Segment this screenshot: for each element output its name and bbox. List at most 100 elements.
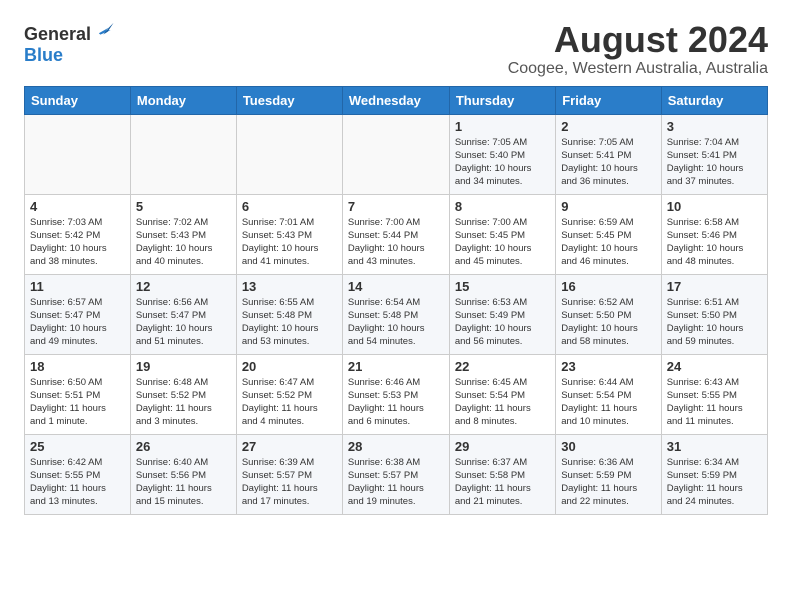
day-number: 31 bbox=[667, 439, 762, 454]
header: General Blue August 2024 Coogee, Western… bbox=[24, 20, 768, 78]
week-row-5: 25 Sunrise: 6:42 AMSunset: 5:55 PMDayligh… bbox=[25, 434, 768, 514]
day-detail: Sunrise: 7:03 AMSunset: 5:42 PMDaylight:… bbox=[30, 216, 125, 269]
day-number: 8 bbox=[455, 199, 550, 214]
week-row-4: 18Sunrise: 6:50 AMSunset: 5:51 PMDayligh… bbox=[25, 354, 768, 434]
day-number: 16 bbox=[561, 279, 656, 294]
day-number: 30 bbox=[561, 439, 656, 454]
day-detail: Sunrise: 6:56 AMSunset: 5:47 PMDaylight:… bbox=[136, 296, 231, 349]
day-detail: Sunrise: 6:53 AMSunset: 5:49 PMDaylight:… bbox=[455, 296, 550, 349]
header-day-thursday: Thursday bbox=[449, 86, 555, 114]
day-cell: 20 Sunrise: 6:47 AMSunset: 5:52 PMDayligh… bbox=[236, 354, 342, 434]
day-cell: 11 Sunrise: 6:57 AMSunset: 5:47 PMDayligh… bbox=[25, 274, 131, 354]
week-row-3: 11 Sunrise: 6:57 AMSunset: 5:47 PMDayligh… bbox=[25, 274, 768, 354]
day-number: 10 bbox=[667, 199, 762, 214]
day-cell: 10Sunrise: 6:58 AMSunset: 5:46 PMDayligh… bbox=[661, 194, 767, 274]
day-cell: 14 Sunrise: 6:54 AMSunset: 5:48 PMDayligh… bbox=[342, 274, 449, 354]
day-detail: Sunrise: 6:54 AMSunset: 5:48 PMDaylight:… bbox=[348, 296, 444, 349]
day-number: 25 bbox=[30, 439, 125, 454]
day-cell: 19 Sunrise: 6:48 AMSunset: 5:52 PMDayligh… bbox=[130, 354, 236, 434]
week-row-2: 4 Sunrise: 7:03 AMSunset: 5:42 PMDaylight… bbox=[25, 194, 768, 274]
day-detail: Sunrise: 6:55 AMSunset: 5:48 PMDaylight:… bbox=[242, 296, 337, 349]
day-cell bbox=[236, 114, 342, 194]
logo-blue-text: Blue bbox=[24, 45, 63, 65]
day-cell: 29Sunrise: 6:37 AMSunset: 5:58 PMDayligh… bbox=[449, 434, 555, 514]
title-area: August 2024 Coogee, Western Australia, A… bbox=[508, 20, 768, 78]
day-cell bbox=[342, 114, 449, 194]
day-detail: Sunrise: 6:47 AMSunset: 5:52 PMDaylight:… bbox=[242, 376, 337, 429]
week-row-1: 1 Sunrise: 7:05 AMSunset: 5:40 PMDaylight… bbox=[25, 114, 768, 194]
day-cell: 6 Sunrise: 7:01 AMSunset: 5:43 PMDaylight… bbox=[236, 194, 342, 274]
day-detail: Sunrise: 7:05 AMSunset: 5:41 PMDaylight:… bbox=[561, 136, 656, 189]
day-cell: 9 Sunrise: 6:59 AMSunset: 5:45 PMDaylight… bbox=[556, 194, 662, 274]
day-number: 18 bbox=[30, 359, 125, 374]
day-number: 4 bbox=[30, 199, 125, 214]
day-cell: 17 Sunrise: 6:51 AMSunset: 5:50 PMDayligh… bbox=[661, 274, 767, 354]
day-number: 5 bbox=[136, 199, 231, 214]
header-day-friday: Friday bbox=[556, 86, 662, 114]
day-number: 20 bbox=[242, 359, 337, 374]
day-detail: Sunrise: 7:01 AMSunset: 5:43 PMDaylight:… bbox=[242, 216, 337, 269]
logo-bird-icon bbox=[93, 20, 115, 42]
day-number: 27 bbox=[242, 439, 337, 454]
day-number: 7 bbox=[348, 199, 444, 214]
day-cell: 16 Sunrise: 6:52 AMSunset: 5:50 PMDayligh… bbox=[556, 274, 662, 354]
day-cell: 4 Sunrise: 7:03 AMSunset: 5:42 PMDaylight… bbox=[25, 194, 131, 274]
day-detail: Sunrise: 7:04 AMSunset: 5:41 PMDaylight:… bbox=[667, 136, 762, 189]
day-detail: Sunrise: 7:00 AMSunset: 5:44 PMDaylight:… bbox=[348, 216, 444, 269]
day-cell: 12Sunrise: 6:56 AMSunset: 5:47 PMDayligh… bbox=[130, 274, 236, 354]
day-number: 22 bbox=[455, 359, 550, 374]
day-number: 3 bbox=[667, 119, 762, 134]
calendar-subtitle: Coogee, Western Australia, Australia bbox=[508, 60, 768, 78]
day-cell: 3 Sunrise: 7:04 AMSunset: 5:41 PMDaylight… bbox=[661, 114, 767, 194]
day-number: 11 bbox=[30, 279, 125, 294]
day-number: 9 bbox=[561, 199, 656, 214]
day-detail: Sunrise: 6:40 AMSunset: 5:56 PMDaylight:… bbox=[136, 456, 231, 509]
day-cell bbox=[25, 114, 131, 194]
header-day-saturday: Saturday bbox=[661, 86, 767, 114]
day-detail: Sunrise: 6:46 AMSunset: 5:53 PMDaylight:… bbox=[348, 376, 444, 429]
day-cell: 8 Sunrise: 7:00 AMSunset: 5:45 PMDaylight… bbox=[449, 194, 555, 274]
day-number: 13 bbox=[242, 279, 337, 294]
calendar-table: SundayMondayTuesdayWednesdayThursdayFrid… bbox=[24, 86, 768, 515]
day-number: 23 bbox=[561, 359, 656, 374]
logo: General Blue bbox=[24, 24, 115, 66]
day-detail: Sunrise: 6:59 AMSunset: 5:45 PMDaylight:… bbox=[561, 216, 656, 269]
day-detail: Sunrise: 7:05 AMSunset: 5:40 PMDaylight:… bbox=[455, 136, 550, 189]
day-detail: Sunrise: 6:52 AMSunset: 5:50 PMDaylight:… bbox=[561, 296, 656, 349]
day-number: 15 bbox=[455, 279, 550, 294]
day-number: 28 bbox=[348, 439, 444, 454]
day-number: 2 bbox=[561, 119, 656, 134]
day-cell: 1 Sunrise: 7:05 AMSunset: 5:40 PMDaylight… bbox=[449, 114, 555, 194]
day-cell: 13 Sunrise: 6:55 AMSunset: 5:48 PMDayligh… bbox=[236, 274, 342, 354]
calendar-title: August 2024 bbox=[508, 20, 768, 60]
day-detail: Sunrise: 6:39 AMSunset: 5:57 PMDaylight:… bbox=[242, 456, 337, 509]
logo-general-text: General bbox=[24, 24, 91, 45]
day-cell: 15 Sunrise: 6:53 AMSunset: 5:49 PMDayligh… bbox=[449, 274, 555, 354]
day-cell: 22 Sunrise: 6:45 AMSunset: 5:54 PMDayligh… bbox=[449, 354, 555, 434]
day-detail: Sunrise: 6:37 AMSunset: 5:58 PMDaylight:… bbox=[455, 456, 550, 509]
day-detail: Sunrise: 6:42 AMSunset: 5:55 PMDaylight:… bbox=[30, 456, 125, 509]
day-number: 24 bbox=[667, 359, 762, 374]
day-number: 17 bbox=[667, 279, 762, 294]
day-number: 1 bbox=[455, 119, 550, 134]
day-detail: Sunrise: 6:51 AMSunset: 5:50 PMDaylight:… bbox=[667, 296, 762, 349]
day-number: 19 bbox=[136, 359, 231, 374]
day-cell bbox=[130, 114, 236, 194]
day-detail: Sunrise: 6:45 AMSunset: 5:54 PMDaylight:… bbox=[455, 376, 550, 429]
day-number: 6 bbox=[242, 199, 337, 214]
header-day-monday: Monday bbox=[130, 86, 236, 114]
day-detail: Sunrise: 6:48 AMSunset: 5:52 PMDaylight:… bbox=[136, 376, 231, 429]
day-cell: 26 Sunrise: 6:40 AMSunset: 5:56 PMDayligh… bbox=[130, 434, 236, 514]
day-detail: Sunrise: 6:57 AMSunset: 5:47 PMDaylight:… bbox=[30, 296, 125, 349]
day-number: 26 bbox=[136, 439, 231, 454]
day-cell: 7 Sunrise: 7:00 AMSunset: 5:44 PMDaylight… bbox=[342, 194, 449, 274]
day-number: 14 bbox=[348, 279, 444, 294]
day-detail: Sunrise: 6:36 AMSunset: 5:59 PMDaylight:… bbox=[561, 456, 656, 509]
day-detail: Sunrise: 6:38 AMSunset: 5:57 PMDaylight:… bbox=[348, 456, 444, 509]
day-cell: 27 Sunrise: 6:39 AMSunset: 5:57 PMDayligh… bbox=[236, 434, 342, 514]
day-detail: Sunrise: 6:43 AMSunset: 5:55 PMDaylight:… bbox=[667, 376, 762, 429]
header-day-sunday: Sunday bbox=[25, 86, 131, 114]
day-detail: Sunrise: 7:02 AMSunset: 5:43 PMDaylight:… bbox=[136, 216, 231, 269]
day-cell: 5 Sunrise: 7:02 AMSunset: 5:43 PMDaylight… bbox=[130, 194, 236, 274]
day-detail: Sunrise: 7:00 AMSunset: 5:45 PMDaylight:… bbox=[455, 216, 550, 269]
